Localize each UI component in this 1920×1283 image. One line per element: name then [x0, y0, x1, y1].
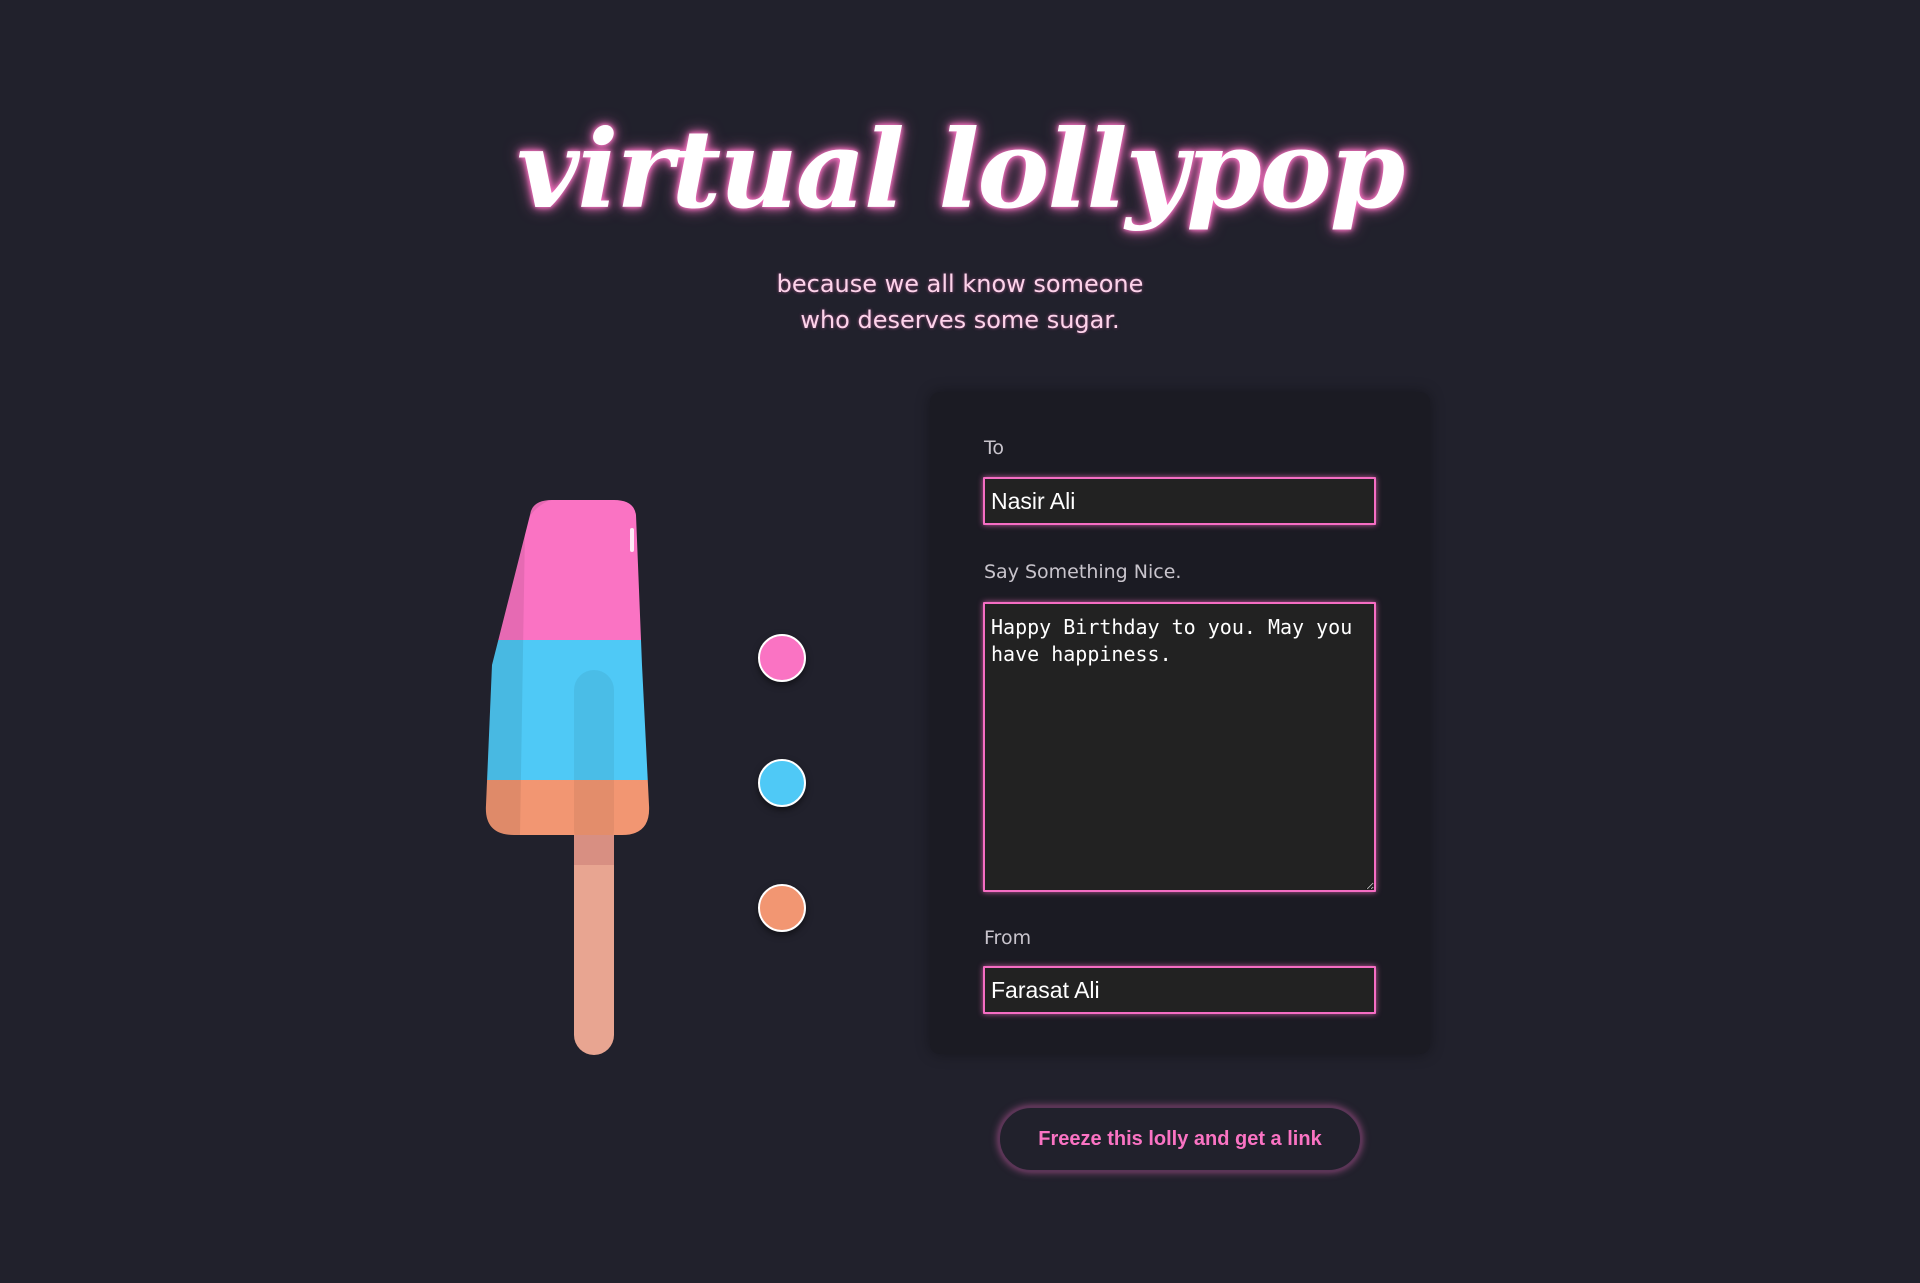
page-title: virtual lollypop	[516, 107, 1406, 233]
message-label: Say Something Nice.	[984, 561, 1182, 583]
page-subtitle: because we all know someone who deserves…	[0, 266, 1920, 338]
top-flavour-color-picker[interactable]	[758, 634, 806, 682]
from-label: From	[984, 927, 1032, 949]
message-textarea[interactable]: Happy Birthday to you. May you have happ…	[983, 602, 1376, 892]
bottom-flavour-color-picker[interactable]	[758, 884, 806, 932]
from-input[interactable]	[983, 966, 1376, 1014]
freeze-lolly-button[interactable]: Freeze this lolly and get a link	[998, 1106, 1362, 1172]
lolly-illustration	[485, 500, 650, 1055]
middle-flavour-color-picker[interactable]	[758, 759, 806, 807]
lolly-highlight	[630, 528, 634, 552]
to-label: To	[984, 437, 1005, 459]
subtitle-line-2: who deserves some sugar.	[800, 306, 1120, 334]
lolly-stick-shade	[574, 830, 614, 865]
to-input[interactable]	[983, 477, 1376, 525]
subtitle-line-1: because we all know someone	[776, 270, 1144, 298]
message-form: To Say Something Nice. Happy Birthday to…	[930, 392, 1430, 1054]
lolly-stick-ghost	[574, 670, 614, 835]
